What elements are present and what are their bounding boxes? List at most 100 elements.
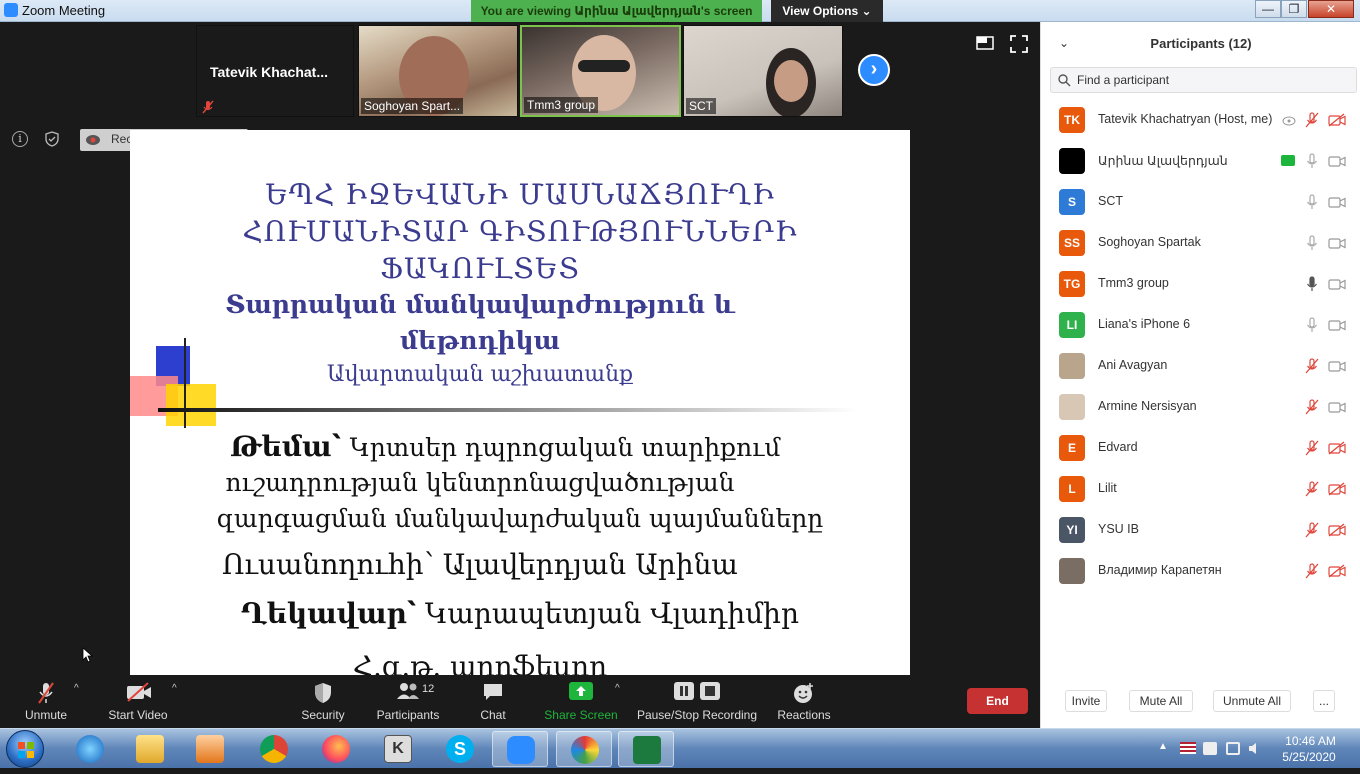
taskbar-paint[interactable] xyxy=(556,731,612,767)
participant-row[interactable]: TK Tatevik Khachatryan (Host, me) xyxy=(1041,100,1360,141)
avatar: TK xyxy=(1059,107,1085,133)
share-screen-icon xyxy=(569,682,593,700)
video-camera-icon[interactable] xyxy=(1328,318,1346,332)
muted-mic-icon[interactable] xyxy=(1305,440,1319,456)
muted-mic-icon[interactable] xyxy=(1305,522,1319,538)
audio-options-caret-icon[interactable]: ^ xyxy=(74,683,79,694)
video-options-caret-icon[interactable]: ^ xyxy=(172,683,177,694)
chrome-icon xyxy=(260,735,288,763)
participant-row[interactable]: E Edvard xyxy=(1041,428,1360,469)
participant-row[interactable]: Արինա Ալավերդյան xyxy=(1041,141,1360,182)
muted-mic-icon[interactable] xyxy=(1305,112,1319,128)
fullscreen-icon[interactable] xyxy=(1010,35,1028,53)
taskbar-firefox[interactable] xyxy=(308,731,364,767)
share-screen-button[interactable]: Share Screen xyxy=(544,675,618,728)
unmute-button[interactable]: Unmute xyxy=(16,675,76,728)
mic-icon[interactable] xyxy=(1305,153,1319,169)
minimize-button[interactable]: — xyxy=(1255,0,1281,18)
avatar: L xyxy=(1059,476,1085,502)
unmute-all-button[interactable]: Unmute All xyxy=(1213,690,1291,712)
video-camera-icon[interactable] xyxy=(1328,236,1346,250)
end-meeting-button[interactable]: End xyxy=(967,688,1028,714)
taskbar-zoom[interactable] xyxy=(492,731,548,767)
participant-row[interactable]: SS Soghoyan Spartak xyxy=(1041,223,1360,264)
video-tile-host[interactable]: Tatevik Khachat... xyxy=(196,25,354,117)
participant-name: Ani Avagyan xyxy=(1098,358,1168,372)
video-camera-icon[interactable] xyxy=(1328,154,1346,168)
muted-mic-icon[interactable] xyxy=(1305,563,1319,579)
participants-icon xyxy=(397,683,419,699)
security-label: Security xyxy=(301,708,345,722)
participant-row[interactable]: L Lilit xyxy=(1041,469,1360,510)
info-icon[interactable]: i xyxy=(12,131,28,147)
next-page-arrow-icon[interactable]: › xyxy=(858,54,890,86)
participant-row[interactable]: Armine Nersisyan xyxy=(1041,387,1360,428)
muted-mic-icon[interactable] xyxy=(1305,399,1319,415)
video-off-icon xyxy=(127,682,151,702)
video-camera-icon[interactable] xyxy=(1328,277,1346,291)
muted-mic-icon[interactable] xyxy=(1305,358,1319,374)
muted-mic-icon[interactable] xyxy=(1305,481,1319,497)
layout-icon[interactable] xyxy=(976,36,994,50)
mute-all-button[interactable]: Mute All xyxy=(1129,690,1193,712)
action-center-icon[interactable] xyxy=(1203,742,1217,755)
video-off-icon[interactable] xyxy=(1328,564,1346,578)
invite-button[interactable]: Invite xyxy=(1065,690,1107,712)
sunglasses xyxy=(578,60,630,72)
network-icon[interactable] xyxy=(1226,742,1240,755)
participant-row[interactable]: LI Liana's iPhone 6 xyxy=(1041,305,1360,346)
mic-icon[interactable] xyxy=(1305,276,1319,292)
start-video-button[interactable]: Start Video xyxy=(106,675,170,728)
video-off-icon[interactable] xyxy=(1328,523,1346,537)
slide-advisor: Ղեկավար՝ Կարապետյան Վլադիմիր xyxy=(130,597,910,630)
video-off-icon[interactable] xyxy=(1328,113,1346,127)
participant-row[interactable]: Владимир Карапетян xyxy=(1041,551,1360,592)
taskbar-kaspersky[interactable]: K xyxy=(370,731,426,767)
participant-row[interactable]: TG Tmm3 group xyxy=(1041,264,1360,305)
taskbar-media-player[interactable] xyxy=(182,731,238,767)
participant-row[interactable]: Ani Avagyan xyxy=(1041,346,1360,387)
mic-icon[interactable] xyxy=(1305,317,1319,333)
shield-icon[interactable] xyxy=(44,131,60,147)
close-button[interactable]: ✕ xyxy=(1308,0,1354,18)
pause-stop-recording-button[interactable]: Pause/Stop Recording xyxy=(636,675,758,728)
mic-icon[interactable] xyxy=(1305,194,1319,210)
video-camera-icon[interactable] xyxy=(1328,359,1346,373)
maximize-button[interactable]: ❐ xyxy=(1281,0,1307,18)
volume-icon[interactable] xyxy=(1248,742,1262,755)
slide-heading-line: ՀՈՒՄԱՆԻՏԱՐ ԳԻՏՈՒԹՅՈՒՆՆԵՐԻ xyxy=(242,215,798,248)
view-options-button[interactable]: View Options ⌄ xyxy=(771,0,883,22)
video-tile-tmm3[interactable]: Tmm3 group xyxy=(520,25,681,117)
video-camera-icon[interactable] xyxy=(1328,195,1346,209)
taskbar-skype[interactable]: S xyxy=(432,731,488,767)
participants-button[interactable]: 12 Participants xyxy=(374,675,442,728)
video-camera-icon[interactable] xyxy=(1328,400,1346,414)
video-off-icon[interactable] xyxy=(1328,482,1346,496)
windows-taskbar: K S ▲ 10:46 AM 5/25/2020 xyxy=(0,728,1360,768)
participant-search[interactable] xyxy=(1050,67,1357,93)
more-options-button[interactable]: ... xyxy=(1313,690,1335,712)
video-off-icon[interactable] xyxy=(1328,441,1346,455)
mic-icon[interactable] xyxy=(1305,235,1319,251)
taskbar-chrome[interactable] xyxy=(246,731,302,767)
show-hidden-icons-icon[interactable]: ▲ xyxy=(1158,741,1168,752)
share-options-caret-icon[interactable]: ^ xyxy=(615,683,620,694)
participant-row[interactable]: YI YSU IB xyxy=(1041,510,1360,551)
clock-date[interactable]: 5/25/2020 xyxy=(1278,750,1340,764)
cloud-recording-icon xyxy=(1282,116,1296,126)
video-tile-soghoyan[interactable]: Soghoyan Spart... xyxy=(358,25,518,117)
chat-button[interactable]: Chat xyxy=(474,675,512,728)
avatar xyxy=(1059,394,1085,420)
clock-time[interactable]: 10:46 AM xyxy=(1283,734,1338,748)
chat-label: Chat xyxy=(480,708,506,722)
participant-row[interactable]: S SCT xyxy=(1041,182,1360,223)
video-tile-sct[interactable]: SCT xyxy=(683,25,843,117)
windows-start-button[interactable] xyxy=(6,730,44,768)
taskbar-internet-explorer[interactable] xyxy=(62,731,118,767)
taskbar-excel[interactable] xyxy=(618,731,674,767)
taskbar-file-explorer[interactable] xyxy=(122,731,178,767)
us-flag-icon[interactable] xyxy=(1180,742,1196,754)
security-button[interactable]: Security xyxy=(296,675,350,728)
search-input[interactable] xyxy=(1077,71,1347,89)
reactions-button[interactable]: Reactions xyxy=(774,675,834,728)
